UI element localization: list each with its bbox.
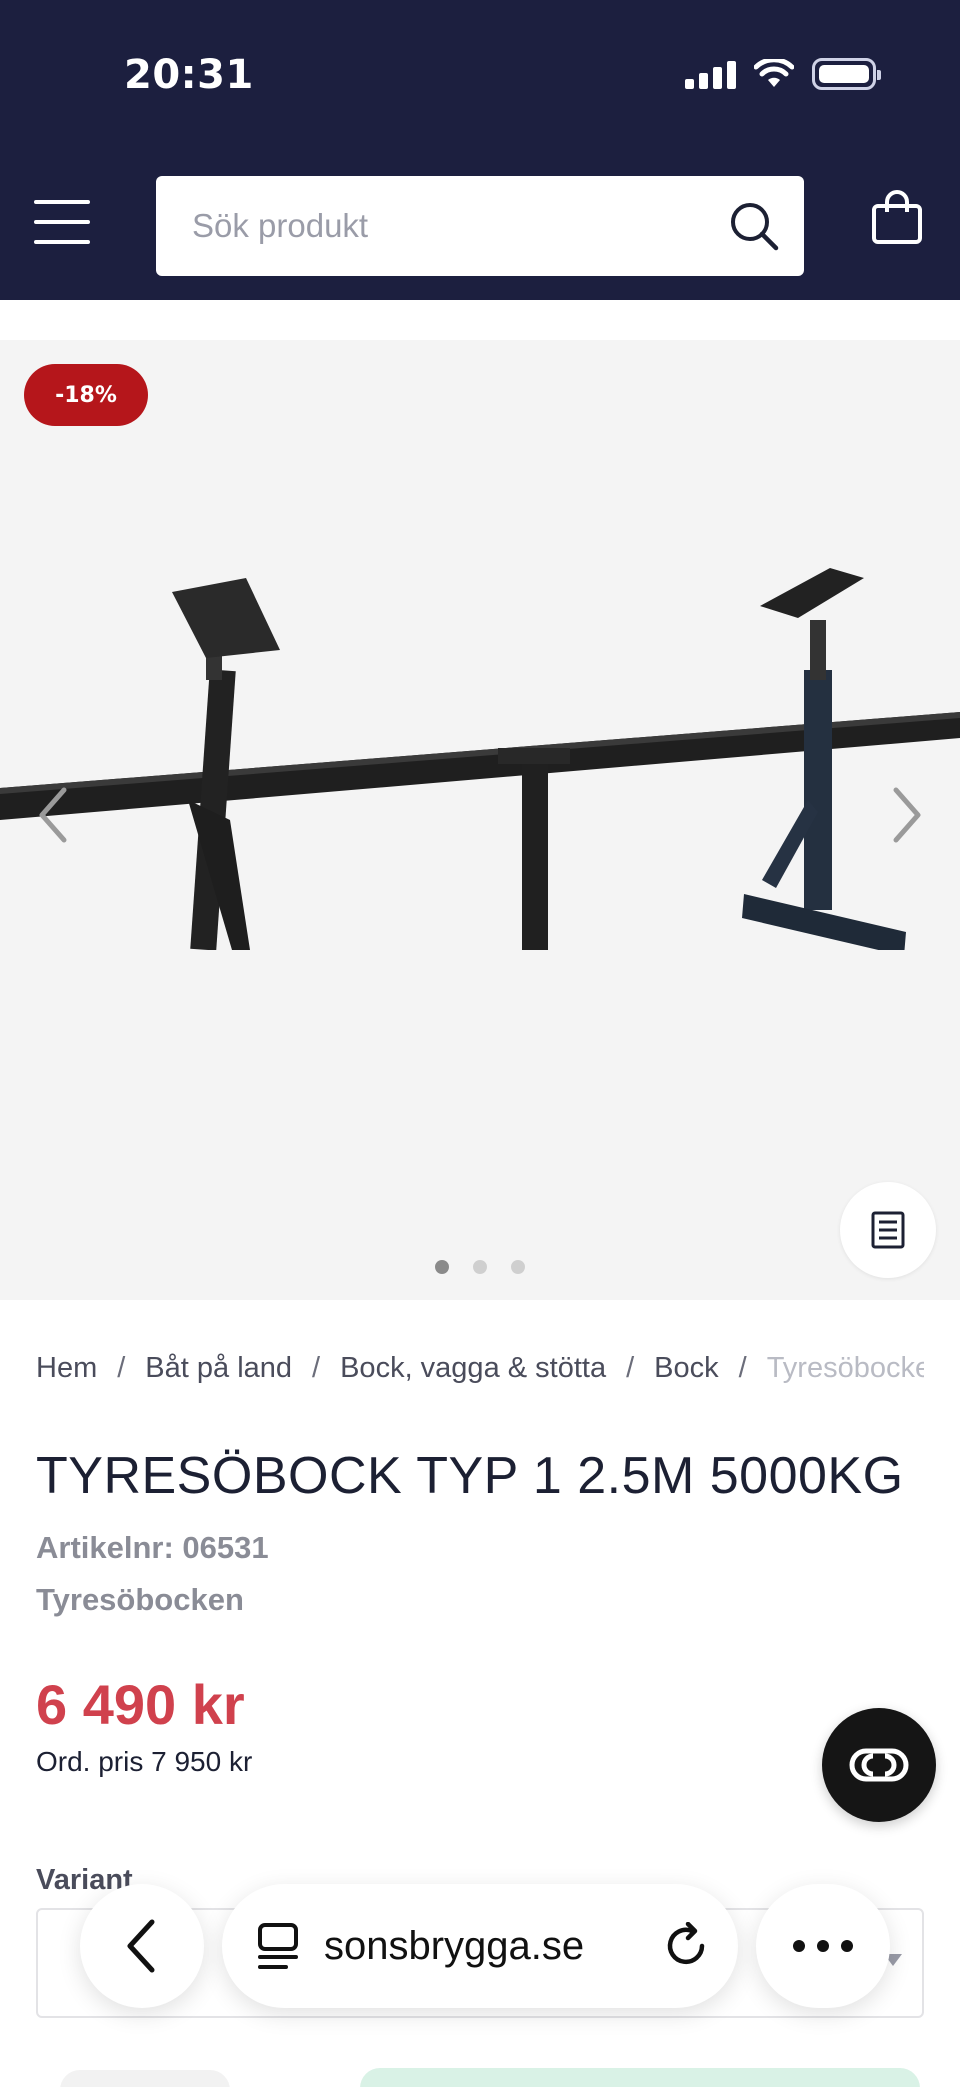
breadcrumb-current: Tyresöbocken — [766, 1352, 924, 1384]
breadcrumb-link-bock[interactable]: Bock — [654, 1352, 718, 1384]
search-input[interactable] — [192, 207, 768, 245]
product-gallery[interactable]: -18% — [0, 340, 960, 1300]
browser-more-button[interactable] — [756, 1884, 890, 2008]
quantity-stepper[interactable] — [60, 2070, 230, 2087]
breadcrumb-link-stands[interactable]: Bock, vagga & stötta — [340, 1352, 606, 1384]
status-time: 20:31 — [124, 52, 254, 98]
search-icon[interactable] — [728, 200, 780, 252]
product-image[interactable] — [0, 550, 960, 950]
chat-icon — [849, 1748, 909, 1782]
brand-link[interactable]: Tyresöbocken — [36, 1582, 244, 1618]
previous-image-arrow-icon[interactable] — [28, 780, 78, 850]
menu-button[interactable] — [34, 200, 90, 244]
sale-price: 6 490 kr — [36, 1673, 245, 1736]
chat-button[interactable] — [822, 1708, 936, 1822]
gallery-dot[interactable] — [435, 1260, 449, 1274]
status-icons — [685, 58, 881, 90]
browser-toolbar: sonsbrygga.se — [0, 1884, 960, 2008]
article-number: Artikelnr: 06531 — [36, 1530, 269, 1565]
breadcrumb: Hem / Båt på land / Bock, vagga & stötta / Boc… — [36, 1352, 924, 1385]
discount-badge: -18% — [24, 364, 148, 426]
battery-icon — [812, 58, 881, 90]
shopping-bag-icon[interactable] — [870, 190, 924, 246]
address-bar[interactable]: sonsbrygga.se — [222, 1884, 738, 2008]
url-text: sonsbrygga.se — [324, 1923, 585, 1968]
gallery-dot[interactable] — [511, 1260, 525, 1274]
cellular-signal-icon — [685, 59, 736, 89]
header: 20:31 — [0, 0, 960, 300]
gallery-dot[interactable] — [473, 1260, 487, 1274]
next-image-arrow-icon[interactable] — [882, 780, 932, 850]
gallery-pagination — [0, 1260, 960, 1274]
chevron-left-icon — [127, 1919, 155, 1973]
product-title: TYRESÖBOCK TYP 1 2.5M 5000KG — [36, 1447, 904, 1505]
breadcrumb-link-home[interactable]: Hem — [36, 1352, 97, 1384]
search-box — [156, 176, 804, 276]
breadcrumb-link-boat-on-land[interactable]: Båt på land — [145, 1352, 292, 1384]
browser-back-button[interactable] — [80, 1884, 204, 2008]
reload-icon[interactable] — [662, 1922, 710, 1970]
ordinary-price: Ord. pris 7 950 kr — [36, 1746, 253, 1777]
more-icon — [793, 1940, 853, 1952]
reader-tabs-icon — [258, 1923, 298, 1969]
document-list-icon — [871, 1211, 905, 1249]
wifi-icon — [754, 59, 794, 87]
add-to-cart-button[interactable] — [360, 2068, 920, 2087]
